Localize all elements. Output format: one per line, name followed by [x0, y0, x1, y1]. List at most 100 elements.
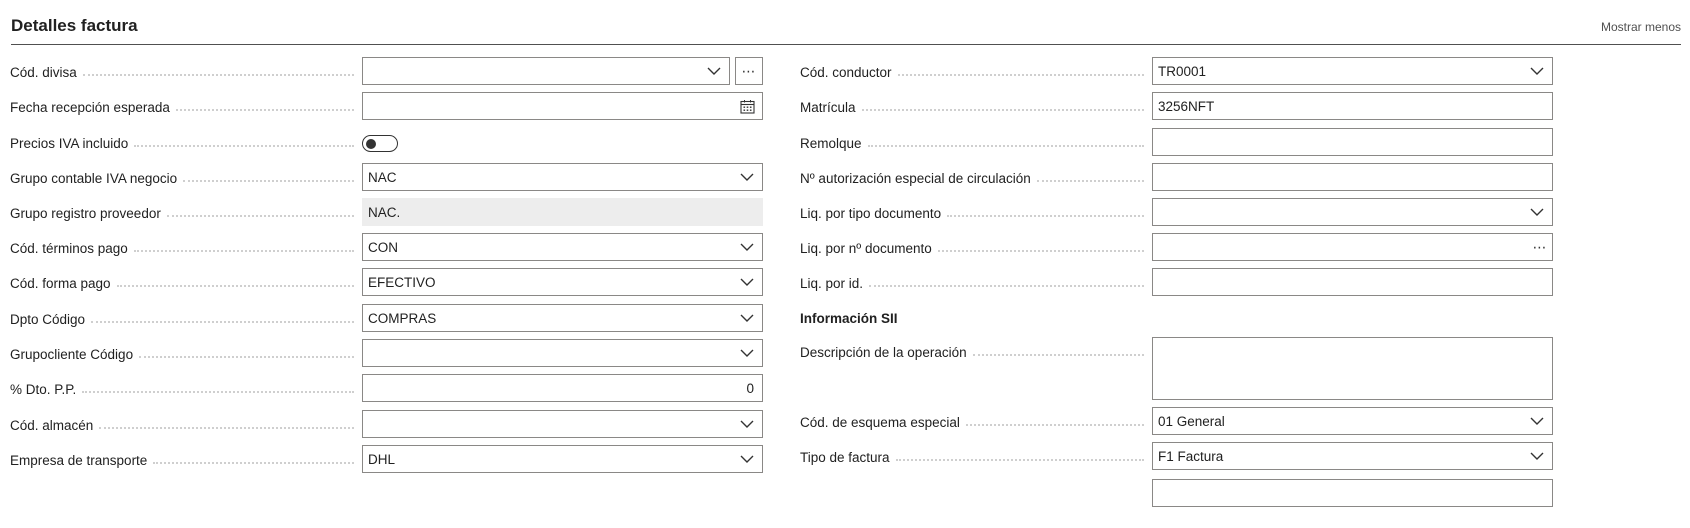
prices-incl-vat-toggle[interactable] — [362, 135, 398, 152]
special-scheme-code-label: Cód. de esquema especial — [800, 414, 966, 430]
location-code-label: Cód. almacén — [10, 417, 100, 433]
invoice-type-label: Tipo de factura — [800, 449, 896, 465]
payment-discount-input[interactable]: 0 — [362, 374, 763, 402]
shipping-agent-value: DHL — [368, 451, 396, 467]
shipping-agent-label: Empresa de transporte — [10, 452, 154, 468]
expected-receipt-date-label: Fecha recepción esperada — [10, 99, 176, 115]
field-row-trailer: Remolque — [800, 128, 1560, 158]
applies-to-id-input[interactable] — [1152, 268, 1553, 296]
license-plate-label: Matrícula — [800, 99, 862, 115]
chevron-down-icon[interactable] — [699, 58, 729, 84]
dept-code-value: COMPRAS — [368, 310, 437, 326]
applies-to-doc-type-label: Liq. por tipo documento — [800, 205, 948, 221]
cut-off-dropdown[interactable] — [1152, 479, 1553, 507]
chevron-down-icon[interactable] — [1522, 443, 1552, 469]
field-row-payment-terms-code: Cód. términos pago CON — [10, 233, 770, 263]
currency-code-more-button[interactable]: ⋯ — [735, 57, 763, 85]
vat-bus-posting-group-dropdown[interactable]: NAC — [362, 163, 763, 191]
payment-method-code-dropdown[interactable]: EFECTIVO — [362, 268, 763, 296]
chevron-down-icon[interactable] — [732, 446, 762, 472]
applies-to-doc-type-dropdown[interactable] — [1152, 198, 1553, 226]
special-scheme-code-value: 01 General — [1158, 413, 1225, 429]
driver-code-label: Cód. conductor — [800, 64, 898, 80]
special-permit-no-input[interactable] — [1152, 163, 1553, 191]
customer-group-code-dropdown[interactable] — [362, 339, 763, 367]
dept-code-label: Dpto Código — [10, 311, 92, 327]
applies-to-doc-no-label: Liq. por nº documento — [800, 240, 938, 256]
special-permit-no-label: Nº autorización especial de circulación — [800, 170, 1037, 186]
field-row-vendor-posting-group: Grupo registro proveedor NAC. — [10, 198, 770, 228]
field-row-invoice-type: Tipo de factura F1 Factura — [800, 442, 1560, 472]
driver-code-dropdown[interactable]: TR0001 — [1152, 57, 1553, 85]
payment-method-code-value: EFECTIVO — [368, 274, 436, 290]
chevron-down-icon[interactable] — [732, 340, 762, 366]
field-row-shipping-agent: Empresa de transporte DHL — [10, 445, 770, 475]
sii-section-title: Información SII — [800, 311, 898, 326]
field-row-applies-to-id: Liq. por id. — [800, 268, 1560, 298]
field-row-license-plate: Matrícula 3256NFT — [800, 92, 1560, 122]
operation-description-textarea[interactable] — [1152, 337, 1553, 400]
field-row-customer-group-code: Grupocliente Código — [10, 339, 770, 369]
field-row-special-permit-no: Nº autorización especial de circulación — [800, 163, 1560, 193]
payment-terms-code-value: CON — [368, 239, 398, 255]
field-row-payment-method-code: Cód. forma pago EFECTIVO — [10, 268, 770, 298]
location-code-dropdown[interactable] — [362, 410, 763, 438]
payment-discount-value: 0 — [746, 380, 754, 396]
vat-bus-posting-group-label: Grupo contable IVA negocio — [10, 170, 184, 186]
invoice-type-dropdown[interactable]: F1 Factura — [1152, 442, 1553, 470]
field-row-payment-discount: % Dto. P.P. 0 — [10, 374, 770, 404]
field-row-prices-incl-vat: Precios IVA incluido — [10, 128, 770, 158]
applies-to-doc-no-lookup-button[interactable]: ⋯ — [1528, 239, 1552, 256]
toggle-knob — [366, 138, 376, 149]
vendor-posting-group-readonly: NAC. — [362, 198, 763, 226]
vendor-posting-group-value: NAC. — [368, 204, 401, 220]
trailer-input[interactable] — [1152, 128, 1553, 156]
section-title: Detalles factura — [11, 16, 138, 35]
license-plate-input[interactable]: 3256NFT — [1152, 92, 1553, 120]
payment-terms-code-dropdown[interactable]: CON — [362, 233, 763, 261]
chevron-down-icon[interactable] — [1522, 408, 1552, 434]
shipping-agent-dropdown[interactable]: DHL — [362, 445, 763, 473]
chevron-down-icon[interactable] — [732, 164, 762, 190]
vat-bus-posting-group-value: NAC — [368, 169, 397, 185]
show-less-link[interactable]: Mostrar menos — [1601, 20, 1681, 34]
section-header: Detalles factura Mostrar menos — [11, 0, 1681, 45]
field-row-location-code: Cód. almacén — [10, 410, 770, 440]
field-row-applies-to-doc-no: Liq. por nº documento ⋯ — [800, 233, 1560, 263]
currency-code-dropdown[interactable] — [362, 57, 730, 85]
payment-method-code-label: Cód. forma pago — [10, 275, 117, 291]
field-row-dept-code: Dpto Código COMPRAS — [10, 304, 770, 334]
vendor-posting-group-label: Grupo registro proveedor — [10, 205, 167, 221]
field-row-special-scheme-code: Cód. de esquema especial 01 General — [800, 407, 1560, 437]
expected-receipt-date-input[interactable] — [362, 92, 763, 120]
dept-code-dropdown[interactable]: COMPRAS — [362, 304, 763, 332]
invoice-details-form: Cód. divisa ⋯ Fecha recepción esperada P… — [0, 46, 1690, 528]
field-row-expected-receipt-date: Fecha recepción esperada — [10, 92, 770, 122]
applies-to-id-label: Liq. por id. — [800, 275, 870, 291]
field-row-currency-code: Cód. divisa ⋯ — [10, 57, 770, 87]
chevron-down-icon[interactable] — [1522, 199, 1552, 225]
invoice-type-value: F1 Factura — [1158, 448, 1224, 464]
license-plate-value: 3256NFT — [1158, 98, 1215, 114]
special-scheme-code-dropdown[interactable]: 01 General — [1152, 407, 1553, 435]
field-row-cut-off — [800, 479, 1560, 509]
field-row-applies-to-doc-type: Liq. por tipo documento — [800, 198, 1560, 228]
payment-discount-label: % Dto. P.P. — [10, 381, 83, 397]
prices-incl-vat-label: Precios IVA incluido — [10, 135, 135, 151]
customer-group-code-label: Grupocliente Código — [10, 346, 140, 362]
applies-to-doc-no-input[interactable]: ⋯ — [1152, 233, 1553, 261]
chevron-down-icon[interactable] — [1522, 58, 1552, 84]
field-row-vat-bus-posting-group: Grupo contable IVA negocio NAC — [10, 163, 770, 193]
currency-code-label: Cód. divisa — [10, 64, 83, 80]
trailer-label: Remolque — [800, 135, 868, 151]
chevron-down-icon[interactable] — [732, 269, 762, 295]
chevron-down-icon[interactable] — [732, 234, 762, 260]
chevron-down-icon[interactable] — [732, 305, 762, 331]
chevron-down-icon[interactable] — [732, 411, 762, 437]
operation-description-label: Descripción de la operación — [800, 344, 973, 360]
payment-terms-code-label: Cód. términos pago — [10, 240, 134, 256]
field-row-operation-description: Descripción de la operación — [800, 337, 1560, 401]
driver-code-value: TR0001 — [1158, 63, 1207, 79]
calendar-icon[interactable] — [732, 93, 762, 119]
field-row-driver-code: Cód. conductor TR0001 — [800, 57, 1560, 87]
